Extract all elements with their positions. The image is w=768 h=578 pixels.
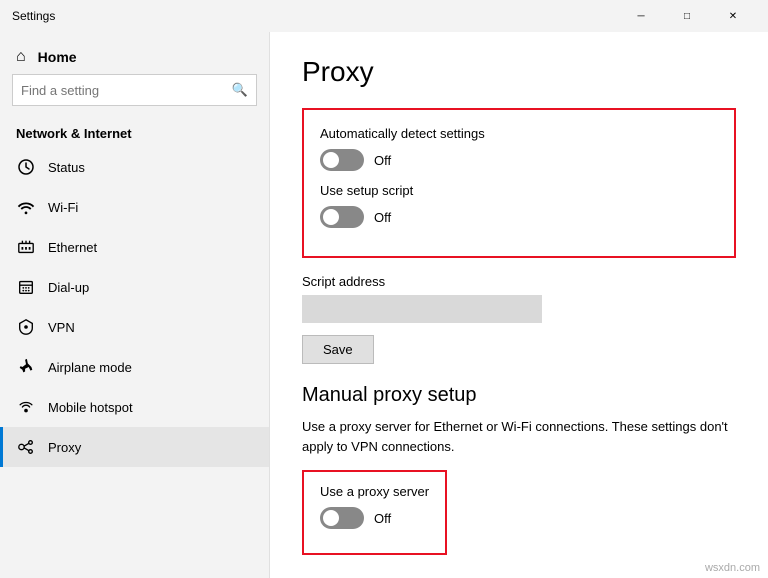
watermark: wsxdn.com bbox=[705, 562, 760, 574]
maximize-button[interactable]: □ bbox=[664, 0, 710, 32]
setup-script-state: Off bbox=[374, 210, 391, 225]
detect-settings-toggle[interactable] bbox=[320, 149, 364, 171]
sidebar-item-proxy-label: Proxy bbox=[48, 440, 81, 455]
main-panel: Proxy Automatically detect settings Off … bbox=[270, 32, 768, 578]
wifi-icon bbox=[16, 197, 36, 217]
setup-script-toggle-row: Off bbox=[320, 206, 718, 228]
automatic-proxy-section: Automatically detect settings Off Use se… bbox=[302, 108, 736, 258]
sidebar-item-status[interactable]: Status bbox=[0, 147, 269, 187]
setup-script-toggle[interactable] bbox=[320, 206, 364, 228]
proxy-icon bbox=[16, 437, 36, 457]
page-title: Proxy bbox=[302, 56, 736, 88]
hotspot-icon bbox=[16, 397, 36, 417]
sidebar-item-hotspot[interactable]: Mobile hotspot bbox=[0, 387, 269, 427]
manual-proxy-description: Use a proxy server for Ethernet or Wi-Fi… bbox=[302, 417, 736, 456]
script-address-input[interactable] bbox=[302, 295, 542, 323]
sidebar-item-vpn-label: VPN bbox=[48, 320, 75, 335]
sidebar-item-vpn[interactable]: VPN bbox=[0, 307, 269, 347]
proxy-state: Off bbox=[374, 511, 391, 526]
window-controls: ─ □ ✕ bbox=[618, 0, 756, 32]
setup-script-label: Use setup script bbox=[320, 183, 718, 198]
use-proxy-label: Use a proxy server bbox=[320, 484, 429, 499]
proxy-toggle-row: Off bbox=[320, 507, 429, 529]
vpn-icon bbox=[16, 317, 36, 337]
sidebar-section-label: Network & Internet bbox=[0, 118, 269, 147]
manual-proxy-title: Manual proxy setup bbox=[302, 384, 736, 407]
search-input[interactable] bbox=[21, 83, 232, 98]
search-icon: 🔍 bbox=[232, 82, 248, 98]
detect-settings-label: Automatically detect settings bbox=[320, 126, 718, 141]
sidebar-item-status-label: Status bbox=[48, 160, 85, 175]
save-button[interactable]: Save bbox=[302, 335, 374, 364]
sidebar-item-wifi-label: Wi-Fi bbox=[48, 200, 78, 215]
status-icon bbox=[16, 157, 36, 177]
dialup-icon bbox=[16, 277, 36, 297]
title-bar: Settings ─ □ ✕ bbox=[0, 0, 768, 32]
sidebar-item-dialup-label: Dial-up bbox=[48, 280, 89, 295]
airplane-icon bbox=[16, 357, 36, 377]
app-body: ⌂ Home 🔍 Network & Internet Status bbox=[0, 32, 768, 578]
sidebar-item-hotspot-label: Mobile hotspot bbox=[48, 400, 133, 415]
detect-settings-knob bbox=[323, 152, 339, 168]
sidebar-home-item[interactable]: ⌂ Home bbox=[0, 32, 269, 74]
home-icon: ⌂ bbox=[16, 48, 26, 66]
sidebar-item-wifi[interactable]: Wi-Fi bbox=[0, 187, 269, 227]
ethernet-icon bbox=[16, 237, 36, 257]
proxy-toggle[interactable] bbox=[320, 507, 364, 529]
sidebar-item-proxy[interactable]: Proxy bbox=[0, 427, 269, 467]
sidebar: ⌂ Home 🔍 Network & Internet Status bbox=[0, 32, 270, 578]
setup-script-knob bbox=[323, 209, 339, 225]
proxy-knob bbox=[323, 510, 339, 526]
proxy-server-section: Use a proxy server Off bbox=[302, 470, 447, 555]
minimize-button[interactable]: ─ bbox=[618, 0, 664, 32]
sidebar-item-dialup[interactable]: Dial-up bbox=[0, 267, 269, 307]
close-button[interactable]: ✕ bbox=[710, 0, 756, 32]
window-title: Settings bbox=[12, 9, 55, 23]
detect-settings-state: Off bbox=[374, 153, 391, 168]
sidebar-item-ethernet[interactable]: Ethernet bbox=[0, 227, 269, 267]
sidebar-item-ethernet-label: Ethernet bbox=[48, 240, 97, 255]
sidebar-item-airplane-label: Airplane mode bbox=[48, 360, 132, 375]
search-box[interactable]: 🔍 bbox=[12, 74, 257, 106]
script-address-label: Script address bbox=[302, 274, 736, 289]
sidebar-item-airplane[interactable]: Airplane mode bbox=[0, 347, 269, 387]
detect-settings-toggle-row: Off bbox=[320, 149, 718, 171]
